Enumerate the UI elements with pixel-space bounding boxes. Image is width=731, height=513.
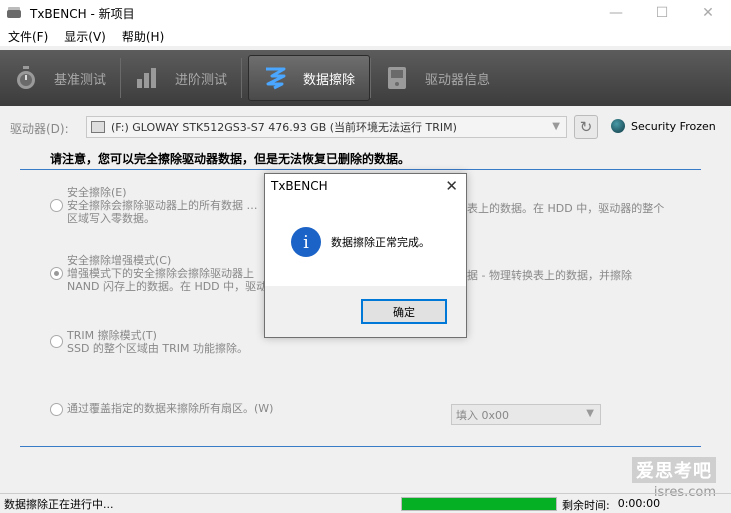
warning-notice: 请注意，您可以完全擦除驱动器数据，但是无法恢复已删除的数据。 [50, 152, 411, 166]
menu-help[interactable]: 帮助(H) [114, 28, 172, 45]
option-desc: 安全擦除会擦除驱动器上的所有数据 … [67, 199, 258, 212]
chevron-down-icon: ▼ [586, 408, 594, 419]
refresh-button[interactable]: ↻ [574, 115, 598, 139]
divider-bottom [20, 446, 701, 447]
option-desc: SSD 的整个区域由 TRIM 功能擦除。 [67, 342, 249, 355]
drive-info-icon [385, 66, 409, 90]
option-enhanced-erase[interactable]: 安全擦除增强模式(C) 增强模式下的安全擦除会擦除驱动器上 NAND 闪存上的数… [50, 254, 267, 293]
option-desc-cont: 据 - 物理转换表上的数据，并擦除 [467, 269, 632, 282]
watermark-text: 爱思考吧 [632, 457, 716, 483]
status-bar: 数据擦除正在进行中... 剩余时间: 0:00:00 [0, 493, 731, 513]
completion-dialog: TxBENCH ✕ i 数据擦除正常完成。 确定 [264, 173, 467, 338]
app-icon [6, 5, 22, 21]
remaining-label: 剩余时间: [562, 499, 610, 512]
remaining-value: 0:00:00 [617, 497, 661, 510]
radio-overwrite-erase[interactable] [50, 403, 63, 416]
dialog-footer: 确定 [265, 286, 466, 337]
menu-view[interactable]: 显示(V) [56, 28, 114, 45]
security-status-text: Security Frozen [631, 119, 716, 133]
window-title: TxBENCH - 新项目 [30, 6, 135, 21]
chevron-down-icon: ▼ [552, 121, 560, 132]
security-status: Security Frozen [611, 119, 716, 133]
maximize-button[interactable]: ☐ [639, 0, 685, 26]
close-icon[interactable]: ✕ [445, 177, 458, 195]
dialog-message: 数据擦除正常完成。 [331, 236, 430, 249]
status-orb-icon [611, 119, 625, 133]
tab-drive-info[interactable]: 驱动器信息 [371, 55, 504, 101]
tab-advanced[interactable]: 进阶测试 [121, 55, 241, 101]
fill-pattern-select[interactable]: 填入 0x00 ▼ [451, 404, 601, 425]
minimize-button[interactable]: — [593, 0, 639, 26]
erase-icon [263, 66, 287, 90]
close-window-button[interactable]: ✕ [685, 0, 731, 26]
info-icon: i [291, 227, 321, 257]
option-desc-cont: 表上的数据。在 HDD 中，驱动器的整个 [467, 202, 665, 215]
menu-bar: 文件(F) 显示(V) 帮助(H) [0, 26, 731, 46]
radio-secure-erase[interactable] [50, 199, 63, 212]
bar-chart-icon [135, 66, 159, 90]
tab-data-erase-label: 数据擦除 [303, 72, 356, 88]
drive-label: 驱动器(D): [10, 122, 69, 136]
toolbar-divider [241, 58, 243, 98]
main-toolbar: 基准测试 进阶测试 数据擦除 驱动器信息 [0, 50, 731, 106]
tab-drive-info-label: 驱动器信息 [425, 72, 491, 88]
option-desc: 增强模式下的安全擦除会擦除驱动器上 [67, 267, 254, 280]
drive-icon [91, 121, 105, 133]
refresh-icon: ↻ [579, 118, 593, 136]
radio-trim-erase[interactable] [50, 335, 63, 348]
status-text: 数据擦除正在进行中... [4, 497, 114, 511]
menu-file[interactable]: 文件(F) [0, 28, 56, 45]
option-title: 安全擦除(E) [67, 186, 127, 199]
stopwatch-icon [14, 66, 38, 90]
tab-benchmark[interactable]: 基准测试 [0, 55, 120, 101]
option-overwrite-erase[interactable]: 通过覆盖指定的数据来擦除所有扇区。(W) [50, 402, 273, 416]
option-title: TRIM 擦除模式(T) [67, 329, 157, 342]
dialog-title-bar: TxBENCH ✕ [265, 174, 466, 198]
fill-pattern-value: 填入 0x00 [456, 408, 510, 422]
option-title: 安全擦除增强模式(C) [67, 254, 172, 267]
ok-button[interactable]: 确定 [361, 299, 447, 324]
title-bar: TxBENCH - 新项目 — ☐ ✕ [0, 0, 731, 26]
progress-fill [402, 498, 556, 510]
tab-benchmark-label: 基准测试 [54, 72, 107, 88]
option-desc: NAND 闪存上的数据。在 HDD 中，驱动 [67, 280, 268, 293]
drive-select[interactable]: (F:) GLOWAY STK512GS3-S7 476.93 GB (当前环境… [86, 116, 567, 138]
option-title: 通过覆盖指定的数据来擦除所有扇区。(W) [67, 402, 274, 415]
option-secure-erase[interactable]: 安全擦除(E) 安全擦除会擦除驱动器上的所有数据 … 区域写入零数据。 [50, 186, 258, 225]
tab-data-erase[interactable]: 数据擦除 [248, 55, 371, 101]
drive-select-value: (F:) GLOWAY STK512GS3-S7 476.93 GB (当前环境… [111, 121, 457, 134]
progress-bar [401, 497, 557, 511]
radio-enhanced-erase[interactable] [50, 267, 63, 280]
option-trim-erase[interactable]: TRIM 擦除模式(T) SSD 的整个区域由 TRIM 功能擦除。 [50, 329, 248, 355]
divider-top [20, 169, 701, 170]
dialog-title: TxBENCH [271, 179, 328, 193]
tab-advanced-label: 进阶测试 [175, 72, 228, 88]
option-desc: 区域写入零数据。 [67, 212, 155, 225]
